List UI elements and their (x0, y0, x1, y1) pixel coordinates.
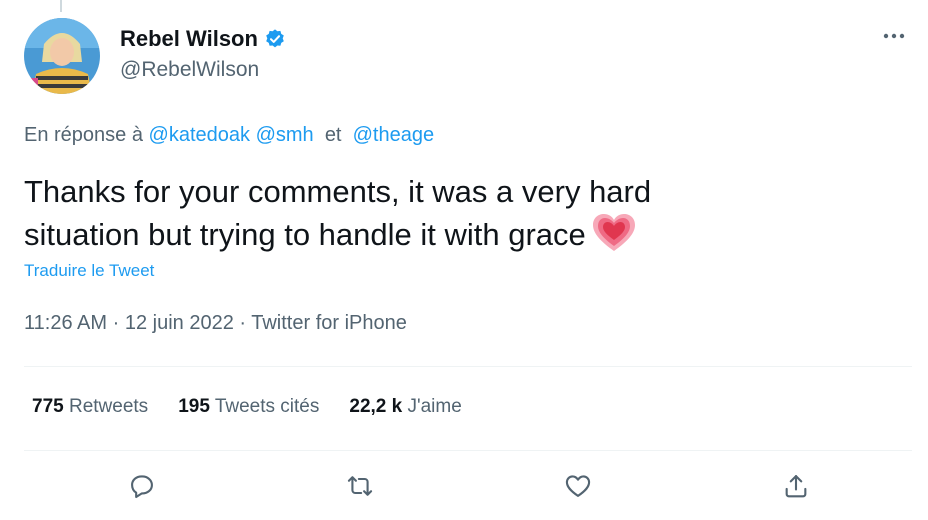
tweet-time[interactable]: 11:26 AM (24, 312, 107, 334)
tweet-text-line: situation but trying to handle it with g… (24, 213, 824, 256)
growing-heart-icon (592, 213, 636, 253)
tweet-text-line: Thanks for your comments, it was a very … (24, 174, 652, 209)
mention-link[interactable]: @katedoak (149, 124, 250, 146)
engagement-stats: 775 Retweets 195 Tweets cités 22,2 k J'a… (32, 396, 462, 418)
share-icon[interactable] (776, 466, 816, 506)
retweets-stat[interactable]: 775 Retweets (32, 396, 148, 418)
retweet-icon[interactable] (340, 466, 380, 506)
meta-separator: · (239, 312, 247, 334)
thread-connector-line (60, 0, 62, 12)
translate-tweet-link[interactable]: Traduire le Tweet (24, 261, 154, 281)
like-icon[interactable] (558, 466, 598, 506)
mention-link[interactable]: @smh (256, 124, 314, 146)
tweet-text: Thanks for your comments, it was a very … (24, 170, 824, 256)
quote-tweets-stat[interactable]: 195 Tweets cités (178, 396, 319, 418)
mention-link[interactable]: @theage (353, 124, 434, 146)
tweet-metadata: 11:26 AM · 12 juin 2022 · Twitter for iP… (24, 312, 407, 335)
reply-icon[interactable] (122, 466, 162, 506)
author-names: Rebel Wilson @RebelWilson (120, 26, 286, 82)
verified-badge-icon (264, 28, 286, 50)
tweet-actions (24, 466, 912, 506)
reply-context: En réponse à @katedoak @smh et @theage (24, 124, 434, 147)
tweet-source[interactable]: Twitter for iPhone (251, 312, 407, 334)
avatar[interactable] (24, 18, 100, 94)
tweet-header: Rebel Wilson @RebelWilson (24, 18, 912, 94)
meta-separator: · (112, 312, 120, 334)
author-handle[interactable]: @RebelWilson (120, 58, 286, 82)
display-name[interactable]: Rebel Wilson (120, 26, 258, 52)
reply-conjunction: et (324, 124, 342, 146)
divider (24, 366, 912, 367)
tweet-date[interactable]: 12 juin 2022 (125, 312, 234, 334)
more-options-icon[interactable] (876, 22, 912, 50)
divider (24, 450, 912, 451)
likes-stat[interactable]: 22,2 k J'aime (349, 396, 461, 418)
reply-prefix: En réponse à (24, 124, 143, 146)
